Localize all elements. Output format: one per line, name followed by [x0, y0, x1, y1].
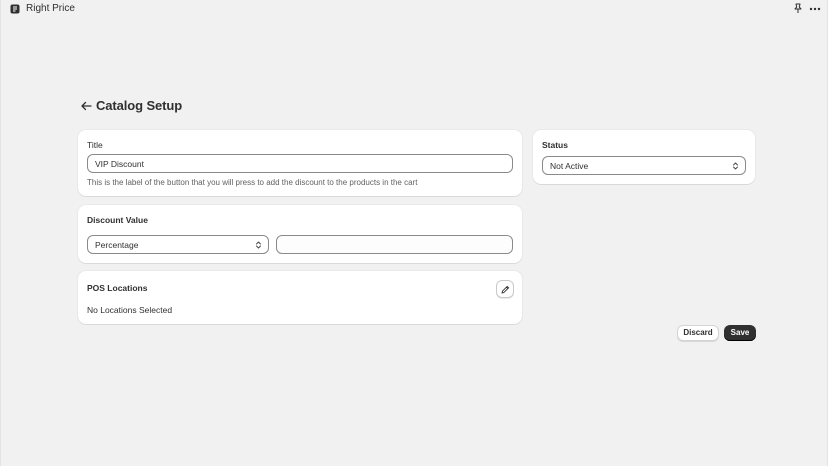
- title-input[interactable]: VIP Discount: [87, 154, 513, 173]
- status-select[interactable]: Not Active: [542, 156, 746, 175]
- title-help-text: This is the label of the button that you…: [87, 178, 418, 187]
- select-chevron-icon: [733, 162, 738, 170]
- title-card: Title VIP Discount This is the label of …: [78, 130, 522, 196]
- pencil-icon: [501, 285, 510, 294]
- title-label: Title: [87, 140, 103, 150]
- arrow-left-icon[interactable]: [79, 100, 93, 112]
- app-logo-icon: [10, 4, 20, 14]
- select-chevron-icon: [256, 241, 261, 249]
- page-title: Catalog Setup: [96, 98, 183, 113]
- status-label: Status: [542, 140, 568, 150]
- discount-type-value: Percentage: [95, 240, 139, 250]
- edit-locations-button[interactable]: [496, 280, 514, 298]
- save-button[interactable]: Save: [724, 325, 756, 341]
- pos-locations-value: No Locations Selected: [87, 305, 173, 315]
- app-title: Right Price: [26, 3, 75, 14]
- window-left-edge: [0, 0, 1, 466]
- pos-locations-card: POS Locations No Locations Selected: [78, 271, 522, 324]
- discount-type-select[interactable]: Percentage: [87, 235, 269, 254]
- discount-amount-input[interactable]: [276, 235, 513, 254]
- discount-value-card: Discount Value Percentage: [78, 205, 522, 263]
- more-horizontal-icon[interactable]: [809, 7, 821, 11]
- pos-locations-label: POS Locations: [87, 283, 148, 293]
- discard-button[interactable]: Discard: [677, 325, 719, 341]
- pin-icon[interactable]: [793, 3, 803, 14]
- app-window: Right Price Catalog Setup Title VIP Disc…: [0, 0, 828, 466]
- top-bar: Right Price: [0, 0, 828, 18]
- status-select-value: Not Active: [550, 161, 589, 171]
- status-card: Status Not Active: [533, 130, 755, 184]
- discount-value-label: Discount Value: [87, 215, 148, 225]
